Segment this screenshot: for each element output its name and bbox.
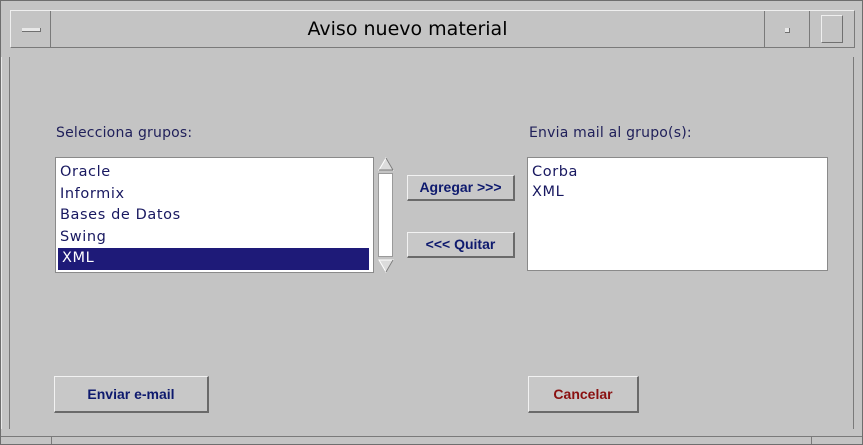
list-item[interactable]: Informix [56,184,373,206]
window-frame-bottom[interactable] [1,436,862,444]
dialog-window: Aviso nuevo material Selecciona grupos: … [0,0,863,445]
list-item[interactable]: Bases de Datos [56,205,373,227]
window-frame-right[interactable] [853,57,862,429]
available-groups-scrollbar[interactable] [374,157,398,273]
list-item-selected[interactable]: XML [58,248,369,270]
available-groups-label: Selecciona grupos: [56,125,193,141]
list-item[interactable]: Oracle [56,162,373,184]
target-groups-label: Envia mail al grupo(s): [529,125,692,141]
remove-button[interactable]: <<< Quitar [407,232,515,258]
window-menu-button[interactable] [11,11,51,47]
available-groups-list[interactable]: Oracle Informix Bases de Datos Swing XML [55,157,374,273]
list-item[interactable]: Swing [56,227,373,249]
scroll-thumb[interactable] [378,173,393,257]
minimize-icon [785,28,790,33]
scroll-down-arrow-icon[interactable] [378,259,394,273]
maximize-button[interactable] [809,11,854,47]
scroll-up-arrow-icon[interactable] [378,157,394,171]
list-item[interactable]: XML [528,182,827,204]
list-item[interactable]: Corba [528,162,827,184]
frame-corner-divider [51,436,52,444]
cancel-button[interactable]: Cancelar [528,376,639,413]
send-email-button[interactable]: Enviar e-mail [54,376,209,413]
title-bar[interactable]: Aviso nuevo material [10,10,855,48]
frame-corner-divider [811,436,812,444]
window-title: Aviso nuevo material [307,18,508,40]
target-groups-list[interactable]: Corba XML [527,157,828,271]
add-button[interactable]: Agregar >>> [407,175,515,201]
maximize-icon [821,15,843,43]
window-menu-icon [22,28,41,32]
minimize-button[interactable] [764,11,809,47]
window-frame-left[interactable] [1,57,10,429]
